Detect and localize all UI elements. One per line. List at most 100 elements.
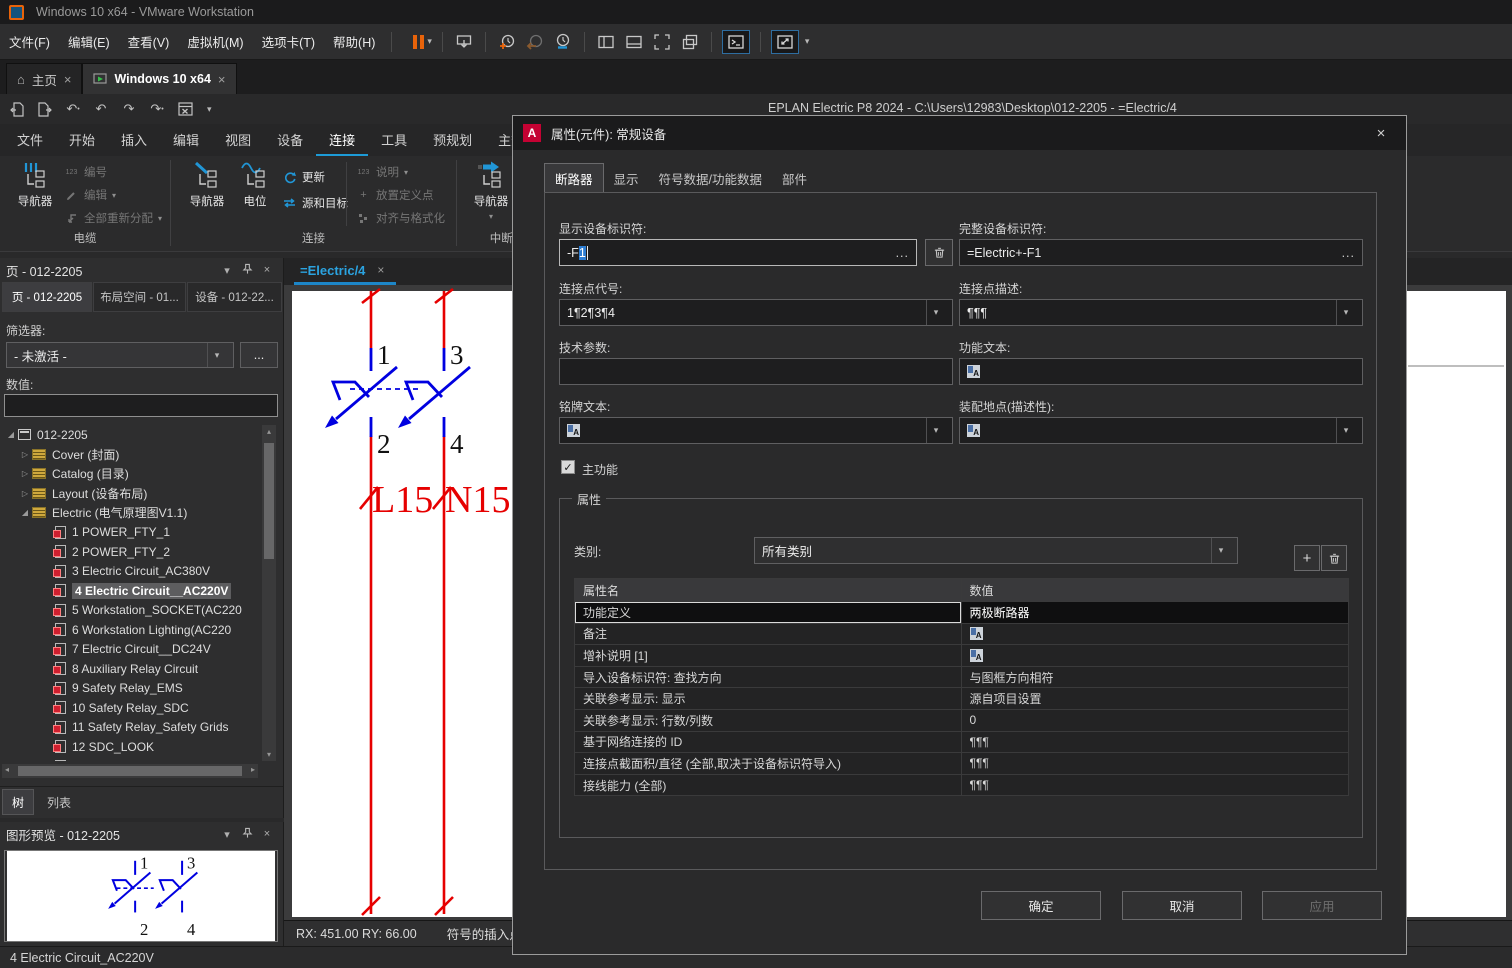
property-value[interactable]: ¶¶¶ — [962, 732, 1349, 753]
table-row[interactable]: 基于网络连接的 ID ¶¶¶ — [575, 731, 1348, 753]
unity-mode-button[interactable] — [679, 31, 701, 53]
stretch-dropdown-icon[interactable]: ▾ — [805, 36, 810, 47]
vertical-scrollbar[interactable]: ▴ ▾ — [262, 425, 276, 761]
potential-button[interactable]: 电位 — [234, 160, 276, 209]
ribbon-tab-file[interactable]: 文件 — [4, 130, 56, 156]
console-view-button[interactable] — [722, 30, 750, 54]
breakpoint-navigator-button[interactable]: 导航器 ▾ — [464, 160, 518, 221]
ribbon-tab-insert[interactable]: 插入 — [108, 130, 160, 156]
tree-item-selected[interactable]: 4 Electric Circuit__AC220V — [0, 581, 262, 601]
tree-item[interactable]: 13 Safety Grids_V — [0, 757, 262, 762]
full-dt-input[interactable]: =Electric+-F1 ... — [959, 239, 1363, 266]
ribbon-tab-tools[interactable]: 工具 — [368, 130, 420, 156]
cancel-button[interactable]: 取消 — [1122, 891, 1242, 920]
expander-icon[interactable]: ▷ — [18, 489, 32, 498]
chevron-down-icon[interactable]: ▾ — [1336, 300, 1355, 325]
connection-update-button[interactable]: 更新 — [282, 169, 325, 185]
property-value[interactable]: 源自项目设置 — [962, 688, 1349, 709]
tech-params-input[interactable] — [559, 358, 953, 385]
property-value[interactable]: ¶¶¶ — [962, 775, 1349, 796]
cable-numbering-button[interactable]: 123 编号 — [64, 164, 107, 180]
tree-item[interactable]: 11 Safety Relay_Safety Grids — [0, 718, 262, 738]
expander-icon[interactable]: ▷ — [18, 450, 32, 459]
cable-reassign-button[interactable]: 全部重新分配 ▾ — [64, 210, 162, 226]
tree-item[interactable]: ◢Electric (电气原理图V1.1) — [0, 503, 262, 523]
browse-dots[interactable]: ... — [1336, 246, 1355, 260]
scrollbar-thumb[interactable] — [264, 443, 274, 559]
tab-breaker[interactable]: 断路器 — [544, 163, 604, 193]
category-combobox[interactable]: 所有类别 ▾ — [754, 537, 1238, 564]
table-row[interactable]: 连接点截面积/直径 (全部,取决于设备标识符导入) ¶¶¶ — [575, 752, 1348, 774]
scroll-right-icon[interactable]: ▸ — [251, 765, 255, 774]
main-function-checkbox[interactable]: ✓ — [561, 460, 575, 474]
function-text-input[interactable] — [959, 358, 1363, 385]
connection-navigator-button[interactable]: 导航器 — [180, 160, 234, 209]
tab-home[interactable]: ⌂ 主页 × — [6, 63, 82, 94]
scroll-left-icon[interactable]: ◂ — [5, 765, 9, 774]
table-row[interactable]: 功能定义 两极断路器 — [575, 601, 1348, 623]
expander-icon[interactable]: ◢ — [18, 508, 32, 517]
delete-property-button[interactable] — [1321, 545, 1347, 571]
scrollbar-thumb[interactable] — [18, 766, 242, 776]
tree-item[interactable]: 8 Auxiliary Relay Circuit — [0, 659, 262, 679]
table-row[interactable]: 导入设备标识符: 查找方向 与图框方向相符 — [575, 666, 1348, 688]
filter-browse-button[interactable]: ... — [240, 342, 278, 368]
table-row[interactable]: 接线能力 (全部) ¶¶¶ — [575, 774, 1348, 796]
redo-icon[interactable]: ↷ — [120, 100, 138, 118]
property-value[interactable]: ¶¶¶ — [962, 753, 1349, 774]
panel-dropdown-icon[interactable]: ▾ — [217, 828, 237, 841]
table-row[interactable]: 增补说明 [1] — [575, 644, 1348, 666]
ok-button[interactable]: 确定 — [981, 891, 1101, 920]
tree-item[interactable]: ◢012-2205 — [0, 425, 262, 445]
tab-layout-space[interactable]: 布局空间 - 01... — [93, 282, 186, 312]
property-name[interactable]: 功能定义 — [575, 602, 962, 623]
page-forward-icon[interactable] — [36, 100, 54, 118]
tree-item[interactable]: 2 POWER_FTY_2 — [0, 542, 262, 562]
mounting-site-combobox[interactable]: ▾ — [959, 417, 1363, 444]
view-tab-tree[interactable]: 树 — [2, 789, 34, 815]
manage-snapshots-button[interactable] — [552, 31, 574, 53]
property-name[interactable]: 关联参考显示: 行数/列数 — [575, 710, 962, 731]
expander-icon[interactable]: ◢ — [4, 430, 18, 439]
property-value[interactable] — [962, 645, 1349, 666]
suspend-dropdown-icon[interactable]: ▾ — [427, 36, 432, 47]
redo-list-icon[interactable]: ↷• — [148, 100, 166, 118]
filter-combobox[interactable]: - 未激活 - ▾ — [6, 342, 234, 368]
property-name[interactable]: 关联参考显示: 显示 — [575, 688, 962, 709]
add-property-button[interactable]: + — [1294, 545, 1320, 571]
delete-dt-button[interactable] — [925, 239, 953, 266]
property-value[interactable]: 两极断路器 — [962, 602, 1349, 623]
scroll-up-icon[interactable]: ▴ — [262, 427, 276, 436]
property-name[interactable]: 备注 — [575, 624, 962, 645]
preview-canvas[interactable]: 1 3 2 4 — [4, 850, 278, 942]
cable-navigator-button[interactable]: 导航器 — [8, 160, 62, 209]
chevron-down-icon[interactable]: ▾ — [207, 343, 226, 367]
table-row[interactable]: 关联参考显示: 显示 源自项目设置 — [575, 687, 1348, 709]
take-snapshot-button[interactable] — [496, 31, 518, 53]
suspend-button[interactable] — [413, 35, 424, 49]
menu-edit[interactable]: 编辑(E) — [59, 24, 119, 59]
ribbon-tab-start[interactable]: 开始 — [56, 130, 108, 156]
tab-vm-windows10[interactable]: Windows 10 x64 × — [82, 63, 236, 94]
property-value[interactable] — [962, 624, 1349, 645]
undo-icon[interactable]: ↶ — [92, 100, 110, 118]
fullscreen-button[interactable] — [651, 31, 673, 53]
tree-item[interactable]: 3 Electric Circuit_AC380V — [0, 562, 262, 582]
ribbon-tab-preplanning[interactable]: 预规划 — [420, 130, 485, 156]
revert-snapshot-button[interactable] — [524, 31, 546, 53]
show-library-button[interactable] — [595, 31, 617, 53]
ribbon-tab-view[interactable]: 视图 — [212, 130, 264, 156]
tree-item[interactable]: 1 POWER_FTY_1 — [0, 523, 262, 543]
property-name[interactable]: 接线能力 (全部) — [575, 775, 962, 796]
tab-devices[interactable]: 设备 - 012-22... — [187, 282, 282, 312]
table-row[interactable]: 关联参考显示: 行数/列数 0 — [575, 709, 1348, 731]
tree-item[interactable]: 12 SDC_LOOK — [0, 737, 262, 757]
menu-tabs[interactable]: 选项卡(T) — [253, 24, 324, 59]
visible-dt-input[interactable]: -F1 ... — [559, 239, 917, 266]
menu-view[interactable]: 查看(V) — [119, 24, 179, 59]
chevron-down-icon[interactable]: ▾ — [1336, 418, 1355, 443]
ribbon-tab-device[interactable]: 设备 — [264, 130, 316, 156]
cp-designation-combobox[interactable]: 1¶2¶3¶4 ▾ — [559, 299, 953, 326]
ribbon-tab-connection[interactable]: 连接 — [316, 130, 368, 156]
tree-item[interactable]: 7 Electric Circuit__DC24V — [0, 640, 262, 660]
